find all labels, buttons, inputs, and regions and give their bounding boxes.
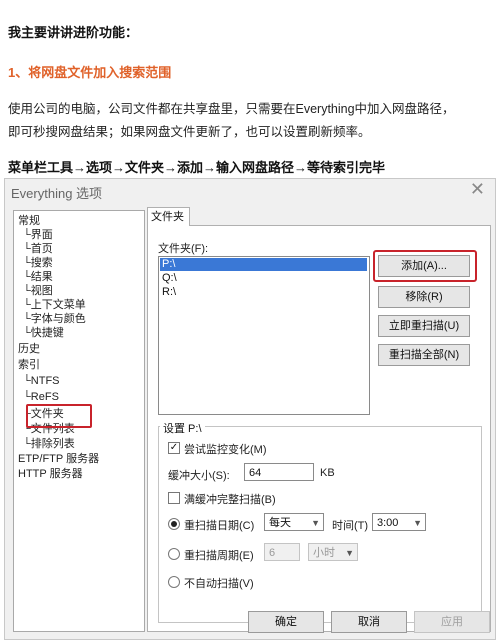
tree-item-general[interactable]: 常规 — [18, 215, 40, 228]
tree-item-context-menu[interactable]: └上下文菜单 — [23, 299, 86, 312]
intro-heading: 我主要讲讲进阶功能： — [8, 25, 139, 40]
tree-item-label: NTFS — [30, 375, 60, 387]
tree-item-home[interactable]: └首页 — [23, 243, 53, 256]
tree-item-view[interactable]: └视图 — [23, 285, 53, 298]
chevron-down-icon: ▼ — [311, 518, 320, 528]
tab-folders[interactable]: 文件夹 — [147, 207, 190, 226]
ok-button[interactable]: 确定 — [248, 611, 324, 633]
remove-button[interactable]: 移除(R) — [378, 286, 470, 308]
tree-item-http-server[interactable]: HTTP 服务器 — [18, 468, 83, 481]
tree-item-label: 搜索 — [30, 257, 53, 269]
rescan-time-select[interactable]: 3:00 ▼ — [372, 513, 426, 531]
chevron-down-icon: ▼ — [413, 518, 422, 528]
everything-options-dialog: Everything 选项 ✕ 常规 └界面 └首页 └搜索 └结果 └视图 └… — [4, 178, 496, 640]
cancel-button[interactable]: 取消 — [331, 611, 407, 633]
tree-item-label: 字体与颜色 — [30, 313, 86, 325]
list-item[interactable]: R:\ — [160, 286, 367, 299]
tree-item-refs[interactable]: └ReFS — [23, 391, 59, 404]
paragraph: 使用公司的电脑，公司文件都在共享盘里，只需要在Everything中加入网盘路径… — [8, 98, 494, 144]
time-label: 时间(T) — [332, 520, 369, 532]
rescan-interval-unit-select[interactable]: 小时 ▼ — [308, 543, 358, 561]
tree-item-index[interactable]: 索引 — [18, 359, 40, 372]
tree-item-label: 界面 — [30, 229, 53, 241]
folders-list[interactable]: P:\ Q:\ R:\ — [158, 256, 370, 415]
tree-item-fonts-colors[interactable]: └字体与颜色 — [23, 313, 86, 326]
paragraph-line-1: 使用公司的电脑，公司文件都在共享盘里，只需要在Everything中加入网盘路径… — [8, 102, 455, 116]
select-value: 3:00 — [377, 517, 399, 529]
tree-item-results[interactable]: └结果 — [23, 271, 53, 284]
menu-path-heading: 菜单栏工具→选项→文件夹→添加→输入网盘路径→等待索引完毕 — [8, 160, 386, 175]
tree-item-label: 结果 — [30, 271, 53, 283]
tree-item-search[interactable]: └搜索 — [23, 257, 53, 270]
list-item[interactable]: P:\ — [160, 258, 367, 271]
dialog-title: Everything 选项 — [11, 186, 103, 201]
select-value: 小时 — [313, 547, 335, 559]
select-value: 每天 — [269, 517, 291, 529]
tree-item-label: 视图 — [30, 285, 53, 297]
rescan-day-select[interactable]: 每天 ▼ — [264, 513, 324, 531]
tree-item-hotkeys[interactable]: └快捷键 — [23, 327, 64, 340]
rescan-interval-input[interactable]: 6 — [264, 543, 300, 561]
tree-item-ui[interactable]: └界面 — [23, 229, 53, 242]
tree-item-label: 排除列表 — [30, 438, 75, 450]
tree-item-label: ReFS — [30, 391, 59, 403]
rescan-interval-radio[interactable] — [168, 548, 180, 560]
rescan-daily-radio[interactable] — [168, 518, 180, 530]
tree-item-label: 首页 — [30, 243, 53, 255]
rescan-all-button[interactable]: 重扫描全部(N) — [378, 344, 470, 366]
close-icon[interactable]: ✕ — [470, 179, 485, 200]
folders-highlight-box — [26, 404, 92, 428]
tree-item-label: 快捷键 — [30, 327, 64, 339]
folders-label: 文件夹(F): — [158, 243, 209, 255]
monitor-changes-checkbox[interactable]: ✓ — [168, 442, 180, 454]
full-rescan-checkbox[interactable] — [168, 492, 180, 504]
list-item[interactable]: Q:\ — [160, 272, 367, 285]
chevron-down-icon: ▼ — [345, 548, 354, 558]
monitor-changes-label: 尝试监控变化(M) — [184, 444, 267, 456]
rescan-interval-label: 重扫描周期(E) — [184, 550, 254, 562]
full-rescan-label: 满缓冲完整扫描(B) — [184, 494, 276, 506]
tree-item-etp-server[interactable]: ETP/FTP 服务器 — [18, 453, 99, 466]
settings-group-title: 设置 P:\ — [160, 420, 205, 436]
no-auto-scan-radio[interactable] — [168, 576, 180, 588]
rescan-daily-label: 重扫描日期(C) — [184, 520, 255, 532]
buffer-size-label: 缓冲大小(S): — [168, 470, 230, 482]
add-button[interactable]: 添加(A)... — [378, 255, 470, 277]
buffer-unit-label: KB — [320, 467, 335, 479]
section-heading: 1、将网盘文件加入搜索范围 — [8, 65, 172, 80]
paragraph-line-2: 即可秒搜网盘结果；如果网盘文件更新了，也可以设置刷新频率。 — [8, 125, 371, 139]
folders-panel: 文件夹(F): P:\ Q:\ R:\ 添加(A)... 移除(R) 立即重扫描… — [147, 225, 491, 632]
no-auto-scan-label: 不自动扫描(V) — [184, 578, 254, 590]
rescan-now-button[interactable]: 立即重扫描(U) — [378, 315, 470, 337]
tree-item-ntfs[interactable]: └NTFS — [23, 375, 60, 388]
options-tree: 常规 └界面 └首页 └搜索 └结果 └视图 └上下文菜单 └字体与颜色 └快捷… — [13, 210, 145, 632]
apply-button[interactable]: 应用 — [414, 611, 490, 633]
tree-item-exclude[interactable]: └排除列表 — [23, 438, 75, 451]
buffer-size-input[interactable]: 64 — [244, 463, 314, 481]
tree-item-history[interactable]: 历史 — [18, 343, 40, 356]
tree-item-label: 上下文菜单 — [30, 299, 86, 311]
